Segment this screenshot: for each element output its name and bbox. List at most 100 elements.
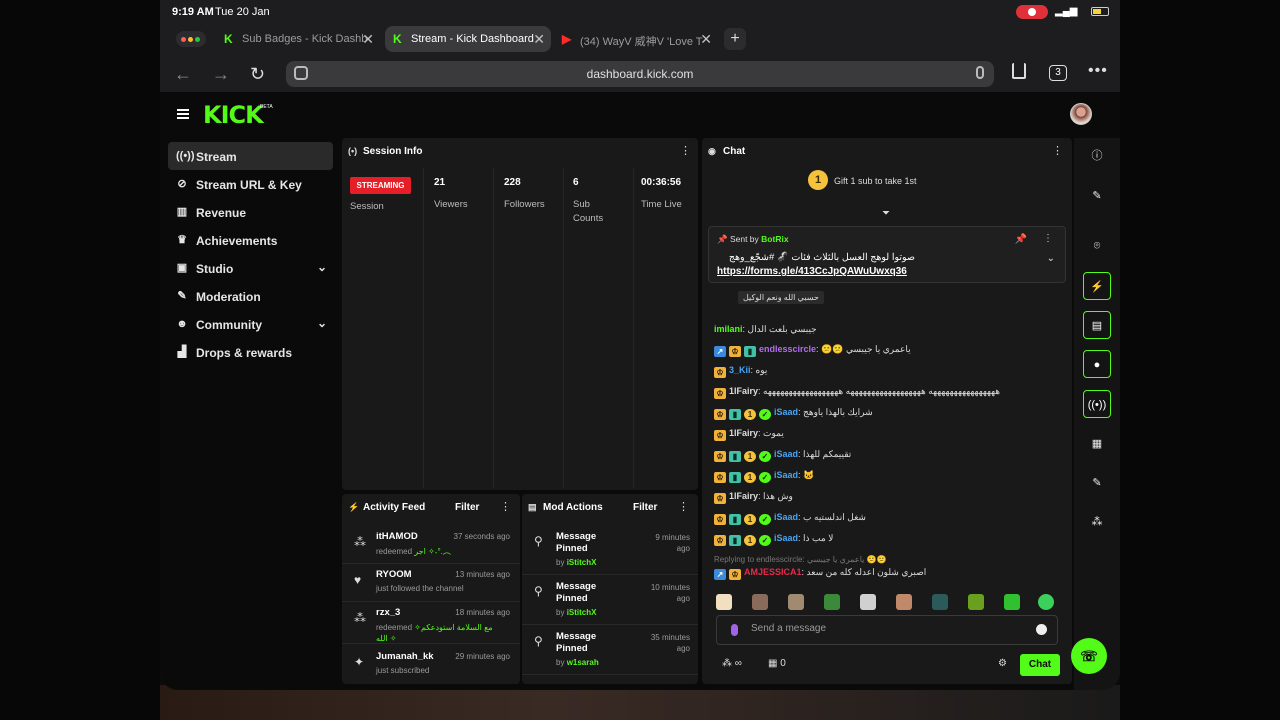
chat-username[interactable]: iSaad [774, 512, 798, 522]
user-avatar[interactable] [1070, 103, 1092, 125]
emote-icon[interactable] [788, 594, 804, 610]
kick-logo[interactable]: KICK [203, 101, 264, 129]
sidebar-item-revenue[interactable]: ▥ Revenue [168, 198, 333, 226]
share-icon[interactable] [1012, 63, 1026, 79]
emote-icon[interactable] [752, 594, 768, 610]
microphone-icon[interactable] [976, 66, 984, 79]
feed-user[interactable]: rzx_3 [376, 607, 400, 618]
info-icon[interactable]: ⓘ [1083, 142, 1111, 170]
wrench-icon[interactable]: ✎ [1083, 469, 1111, 497]
forward-arrow-icon[interactable]: → [212, 64, 230, 85]
feed-user[interactable]: Jumanah_kk [376, 651, 434, 662]
tab-sub-badges[interactable]: K Sub Badges - Kick Dashb ✕ [216, 26, 380, 52]
window-controls[interactable] [176, 31, 206, 47]
help-chat-button[interactable]: ☏ [1071, 638, 1107, 674]
pinned-link[interactable]: https://forms.gle/413CcJpQAWuUwxq36 [717, 266, 907, 277]
kebab-menu-icon[interactable]: ⋮ [500, 500, 511, 513]
emote-icon[interactable] [896, 594, 912, 610]
sidebar-item-stream-url-key[interactable]: ⊘ Stream URL & Key [168, 170, 333, 198]
stat-label: Session [350, 201, 384, 212]
chat-username[interactable]: iSaad [774, 470, 798, 480]
close-tab-icon[interactable]: ✕ [700, 31, 712, 48]
sidebar-item-stream[interactable]: ((•)) Stream [168, 142, 333, 170]
kebab-menu-icon[interactable]: ⋮ [1043, 233, 1053, 244]
microphone-icon[interactable] [731, 624, 738, 636]
chat-message-input[interactable] [751, 623, 1011, 634]
camera-icon[interactable]: ⌾ [1083, 232, 1111, 260]
chat-bubble-icon[interactable]: ● [1083, 350, 1111, 378]
more-options-icon[interactable]: ••• [1088, 62, 1108, 80]
mod-action-title: Message Pinned [556, 631, 597, 654]
close-tab-icon[interactable]: ✕ [533, 31, 545, 48]
kebab-menu-icon[interactable]: ⋮ [1052, 144, 1063, 157]
activity-filter-button[interactable]: Filter [455, 502, 479, 513]
menu-icon[interactable] [177, 109, 189, 119]
emote-icon[interactable] [1004, 594, 1020, 610]
sidebar-item-drops-rewards[interactable]: ▟ Drops & rewards [168, 338, 333, 366]
address-bar[interactable]: dashboard.kick.com [286, 61, 994, 87]
emote-icon[interactable] [968, 594, 984, 610]
chat-username[interactable]: iSaad [774, 449, 798, 459]
chat-settings-icon[interactable]: ⚙ [998, 658, 1007, 669]
emoji-picker-icon[interactable] [1036, 624, 1047, 635]
emote-icon[interactable] [716, 594, 732, 610]
chat-username[interactable]: iSaad [774, 407, 798, 417]
tab-stream-dashboard[interactable]: K Stream - Kick Dashboard ✕ [385, 26, 551, 52]
sidebar-item-community[interactable]: ☻ Community ⌄ [168, 310, 333, 338]
layout-icon[interactable]: ▦ [1083, 430, 1111, 458]
send-chat-button[interactable]: Chat [1020, 654, 1060, 676]
kebab-menu-icon[interactable]: ⋮ [680, 144, 691, 157]
chevron-down-icon[interactable]: ⌄ [317, 260, 327, 274]
sidebar-item-moderation[interactable]: ✎ Moderation [168, 282, 333, 310]
collapse-icon[interactable]: ⏷ [882, 208, 890, 219]
wrench-icon: ✎ [177, 290, 187, 302]
sidebar-item-studio[interactable]: ▣ Studio ⌄ [168, 254, 333, 282]
link-icon: ⊘ [177, 178, 187, 190]
chevron-down-icon[interactable]: ⌄ [317, 316, 327, 330]
emote-icon[interactable] [824, 594, 840, 610]
chevron-down-icon[interactable]: ⌄ [1047, 253, 1055, 264]
gift-sub-banner[interactable]: 1 Gift 1 sub to take 1st [808, 170, 917, 190]
emote-icon[interactable] [860, 594, 876, 610]
new-tab-button[interactable]: + [724, 28, 746, 50]
chat-username[interactable]: 1lFairy [729, 491, 758, 501]
close-tab-icon[interactable]: ✕ [362, 31, 374, 48]
mod-actions-title: Mod Actions [543, 502, 603, 513]
edit-icon[interactable]: ✎ [1083, 182, 1111, 210]
chat-username[interactable]: iSaad [774, 533, 798, 543]
broadcast-icon[interactable]: ((•)) [1083, 390, 1111, 418]
chat-username[interactable]: 3_Kii [729, 365, 751, 375]
screen-recording-icon[interactable] [1016, 5, 1048, 19]
beta-label: BETA [260, 104, 273, 110]
chat-message: ♔ 1lFairy: ههههههههههههههههه هههههههههههه… [714, 386, 1000, 402]
sidebar-item-achievements[interactable]: ♛ Achievements [168, 226, 333, 254]
mod-filter-button[interactable]: Filter [633, 502, 657, 513]
chat-message: ↗ ♔ AMJESSICA1: اصبري شلون اعدله كله من سع… [714, 567, 926, 583]
chest-counter[interactable]: ▦ 0 [768, 658, 786, 669]
reload-icon[interactable]: ↻ [250, 64, 265, 85]
kick-favicon-icon: K [224, 32, 233, 46]
kebab-menu-icon[interactable]: ⋮ [678, 500, 689, 513]
sidebar-item-label: Studio [196, 262, 234, 276]
crown-icon: ♔ [714, 367, 726, 378]
points-icon[interactable]: ⁂ [1083, 508, 1111, 536]
feed-user[interactable]: itHAMOD [376, 531, 418, 542]
feed-detail: redeemed اجر ✧˖°.︵ [376, 547, 451, 556]
channel-points[interactable]: ⁂ ∞ [722, 658, 742, 669]
document-icon[interactable]: ▤ [1083, 311, 1111, 339]
chat-username[interactable]: endlesscircle [759, 344, 816, 354]
tab-youtube[interactable]: ▶ (34) WayV 威神V 'Love T ✕ [554, 26, 718, 52]
chat-username[interactable]: AMJESSICA1 [744, 567, 802, 577]
chat-username[interactable]: 1lFairy [729, 428, 758, 438]
tab-count-button[interactable]: 3 [1049, 65, 1067, 81]
chat-username[interactable]: imilani [714, 324, 743, 334]
chat-username[interactable]: 1lFairy [729, 386, 758, 396]
emote-icon[interactable] [932, 594, 948, 610]
lightning-icon[interactable]: ⚡ [1083, 272, 1111, 300]
back-arrow-icon[interactable]: ← [174, 64, 192, 85]
emote-icon[interactable] [1038, 594, 1054, 610]
feed-detail: just followed the channel [376, 584, 464, 593]
status-time: 9:19 AM [172, 6, 214, 18]
feed-user[interactable]: RYOOM [376, 569, 412, 580]
unpin-icon[interactable]: 📌 [1015, 234, 1027, 245]
